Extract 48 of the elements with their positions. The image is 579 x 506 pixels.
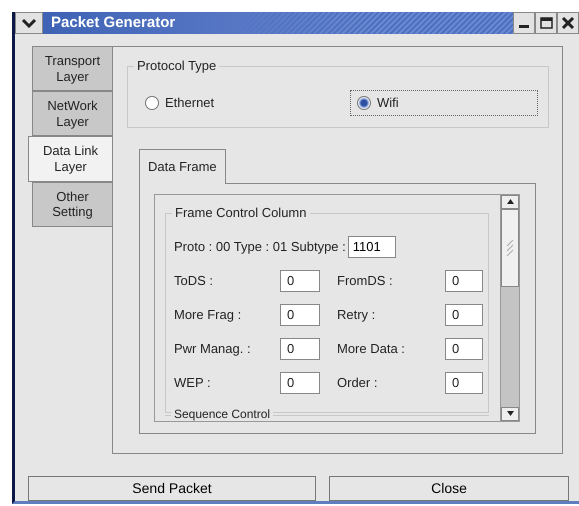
side-tab[interactable]: Transport Layer <box>32 46 112 92</box>
text-field[interactable]: 0 <box>280 270 320 292</box>
dialog-button[interactable]: Close <box>329 476 569 501</box>
text-field[interactable]: 0 <box>280 372 320 394</box>
radio-label: Wifi <box>377 94 399 112</box>
text-field[interactable]: 0 <box>280 338 320 360</box>
radio-button[interactable] <box>145 96 159 110</box>
scroll-up-button[interactable] <box>501 194 519 208</box>
scrollbar[interactable] <box>500 194 519 420</box>
up-arrow-icon <box>506 199 514 204</box>
radio-button[interactable] <box>357 96 371 110</box>
scroll-thumb[interactable] <box>501 208 519 286</box>
field-label: FromDS : <box>337 272 394 290</box>
side-tab[interactable]: Other Setting <box>32 182 112 227</box>
field-label: Retry : <box>337 306 376 324</box>
field-label: More Frag : <box>174 306 242 324</box>
minimize-icon <box>519 25 529 28</box>
side-tab[interactable]: NetWork Layer <box>32 91 112 136</box>
radio-option[interactable]: Ethernet <box>138 90 350 116</box>
field-label: Order : <box>337 374 378 392</box>
minimize-button[interactable] <box>513 12 535 34</box>
chevron-down-icon <box>22 18 36 28</box>
dialog-button[interactable]: Send Packet <box>28 476 316 501</box>
maximize-icon <box>540 17 552 29</box>
group-legend: Protocol Type <box>134 58 220 74</box>
window-menu-button[interactable] <box>15 12 43 34</box>
text-field[interactable]: 0 <box>445 270 483 292</box>
scroll-down-button[interactable] <box>501 406 519 420</box>
grip-icon <box>506 240 514 256</box>
down-arrow-icon <box>506 411 514 416</box>
field-label: WEP : <box>174 374 212 392</box>
field-label: Pwr Manag. : <box>174 340 252 358</box>
maximize-button[interactable] <box>535 12 557 34</box>
subtype-field[interactable]: 1101 <box>348 236 396 258</box>
side-tab[interactable]: Data Link Layer <box>28 136 112 182</box>
radio-label: Ethernet <box>165 94 214 112</box>
field-label: More Data : <box>337 340 406 358</box>
tab[interactable]: Data Frame <box>139 149 226 184</box>
close-icon <box>562 17 574 29</box>
text-field[interactable]: 0 <box>445 338 483 360</box>
group-legend: Frame Control Column <box>172 204 310 220</box>
text-field[interactable]: 0 <box>280 304 320 326</box>
text-field[interactable]: 0 <box>445 372 483 394</box>
proto-type-label: Proto : 00 Type : 01 Subtype : <box>174 238 346 256</box>
text-field[interactable]: 0 <box>445 304 483 326</box>
close-button[interactable] <box>557 12 579 34</box>
group-legend: Sequence Control <box>171 406 274 420</box>
field-label: ToDS : <box>174 272 214 290</box>
